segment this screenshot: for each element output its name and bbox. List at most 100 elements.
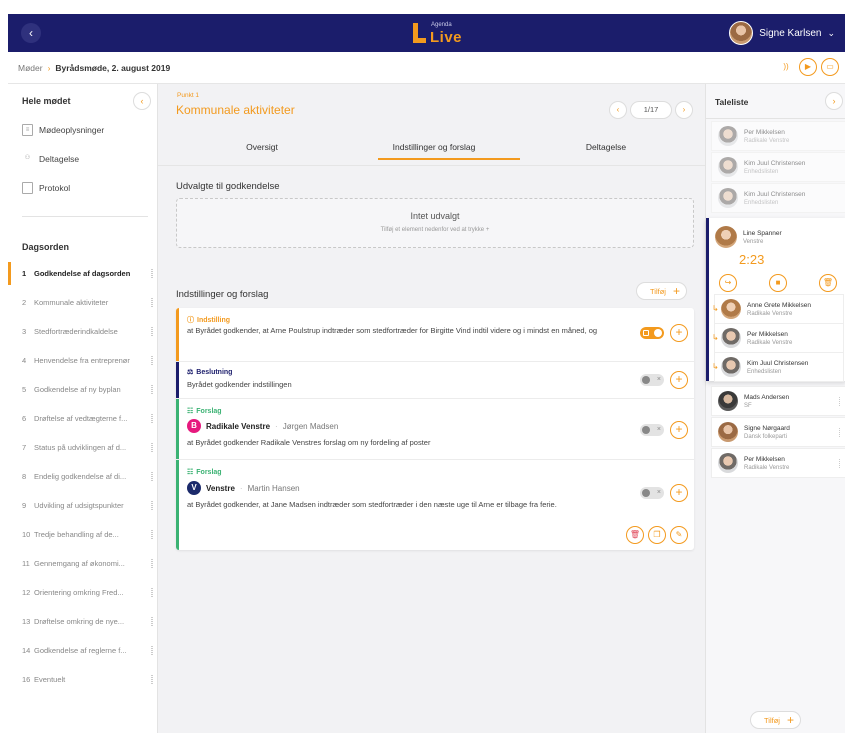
plus-icon[interactable]: + — [670, 484, 688, 502]
rss-icon[interactable]: )) — [777, 58, 795, 76]
approve-toggle[interactable]: × — [640, 424, 664, 436]
speaker-panel: Taleliste › Per Mikkelsen Radikale Venstr… — [705, 84, 845, 733]
agenda-number: 3 — [22, 327, 27, 336]
drag-handle-icon[interactable] — [151, 414, 153, 423]
proposals-card: ⓘ Indstilling at Byrådet godkender, at Ar… — [176, 308, 694, 550]
tab-oversigt[interactable]: Oversigt — [176, 136, 348, 160]
sidebar-link-protokol[interactable]: Protokol — [22, 182, 70, 194]
row-controls: × + — [640, 371, 688, 389]
agenda-title: Dagsorden — [22, 242, 70, 252]
video-icon[interactable]: ▶ — [799, 58, 817, 76]
speaker-item[interactable]: Per Mikkelsen Radikale Venstre — [711, 448, 845, 478]
person-name: Jørgen Madsen — [282, 421, 339, 431]
list-item[interactable]: ⓘ Indstilling at Byrådet godkender, at Ar… — [176, 308, 694, 362]
speaker-name: Mads Andersen — [744, 393, 790, 401]
agenda-number: 8 — [22, 472, 27, 481]
drag-handle-icon[interactable] — [151, 472, 153, 481]
reply-item[interactable]: ↳ Per Mikkelsen Radikale Venstre — [712, 323, 844, 353]
copy-icon[interactable]: ❐ — [648, 526, 666, 544]
item-type: ☷ Forslag — [187, 468, 222, 477]
drag-handle-icon[interactable] — [151, 617, 153, 626]
speaker-party: Enhedslisten — [747, 368, 782, 375]
reply-item[interactable]: ↳ Kim Juul Christensen Enhedslisten — [712, 352, 844, 382]
item-text: at Byrådet godkender, at Arne Poulstrup … — [187, 326, 598, 335]
collapse-sidebar-icon[interactable]: ‹ — [133, 92, 151, 110]
drag-handle-icon[interactable] — [151, 530, 153, 539]
drag-handle-icon[interactable] — [151, 356, 153, 365]
agenda-item[interactable]: 5 Godkendelse af ny byplan — [8, 375, 158, 404]
drag-handle-icon[interactable] — [151, 588, 153, 597]
delete-icon[interactable]: 🗑 — [626, 526, 644, 544]
speaker-item[interactable]: Signe Nørgaard Dansk folkeparti — [711, 417, 845, 447]
sidebar-link-modeoplysninger[interactable]: ≡ Mødeoplysninger — [22, 124, 104, 136]
sidebar-link-deltagelse[interactable]: ⚇ Deltagelse — [22, 153, 79, 165]
add-speaker-button[interactable]: Tilføj + — [750, 711, 801, 729]
agenda-item[interactable]: 12 Orientering omkring Fred... — [8, 578, 158, 607]
stop-icon[interactable]: ■ — [769, 274, 787, 292]
list-item[interactable]: ☷ Forslag B Radikale Venstre · Jørgen Mad… — [176, 399, 694, 460]
edit-icon[interactable]: ✎ — [670, 526, 688, 544]
approve-toggle[interactable]: × — [640, 374, 664, 386]
plus-icon[interactable]: + — [670, 421, 688, 439]
page-title: Kommunale aktiviteter — [176, 103, 295, 117]
drag-handle-icon[interactable] — [151, 646, 153, 655]
top-bar: ‹ Agenda Live Signe Karlsen ⌄ — [8, 14, 845, 52]
speaker-name: Kim Juul Christensen — [747, 359, 809, 367]
approve-toggle[interactable]: × — [640, 327, 664, 339]
agenda-item[interactable]: 1 Godkendelse af dagsorden — [8, 259, 158, 288]
tab-indstillinger[interactable]: Indstillinger og forslag — [348, 136, 520, 160]
drag-handle-icon[interactable] — [151, 443, 153, 452]
reply-icon[interactable]: ↪ — [719, 274, 737, 292]
people-icon: ⚇ — [24, 155, 31, 161]
drag-handle-icon[interactable] — [151, 269, 153, 278]
speaker-item[interactable]: Kim Juul Christensen Enhedslisten — [711, 152, 845, 182]
add-proposal-button[interactable]: Tilføj + — [636, 282, 687, 300]
approve-toggle[interactable]: × — [640, 487, 664, 499]
item-text: at Byrådet godkender Radikale Venstres f… — [187, 438, 431, 447]
delete-icon[interactable]: 🗑 — [819, 274, 837, 292]
agenda-item[interactable]: 13 Drøftelse omkring de nye... — [8, 607, 158, 636]
agenda-item[interactable]: 11 Gennemgang af økonomi... — [8, 549, 158, 578]
tab-deltagelse[interactable]: Deltagelse — [520, 136, 692, 160]
speaker-item[interactable]: Kim Juul Christensen Enhedslisten — [711, 183, 845, 213]
drag-handle-icon[interactable] — [151, 385, 153, 394]
speaker-item[interactable]: Per Mikkelsen Radikale Venstre — [711, 121, 845, 151]
agenda-item[interactable]: 9 Udvikling af udsigtspunkter — [8, 491, 158, 520]
agenda-number: 12 — [22, 588, 31, 597]
breadcrumb-root[interactable]: Møder — [18, 63, 43, 73]
agenda-number: 16 — [22, 675, 31, 684]
screen-icon[interactable]: ▭ — [821, 58, 839, 76]
speaker-item[interactable]: Mads Andersen SF — [711, 386, 845, 416]
reply-item[interactable]: ↳ Anne Grete Mikkelsen Radikale Venstre — [712, 294, 844, 324]
agenda-item[interactable]: 7 Status på udviklingen af d... — [8, 433, 158, 462]
next-point-icon[interactable]: › — [675, 101, 693, 119]
agenda-item[interactable]: 14 Godkendelse af reglerne f... — [8, 636, 158, 665]
drag-handle-icon[interactable] — [839, 459, 841, 468]
agenda-item[interactable]: 6 Drøftelse af vedtægterne f... — [8, 404, 158, 433]
agenda-item[interactable]: 2 Kommunale aktiviteter — [8, 288, 158, 317]
user-menu[interactable]: Signe Karlsen ⌄ — [729, 20, 835, 46]
document-icon: ≡ — [22, 124, 33, 136]
drag-handle-icon[interactable] — [151, 298, 153, 307]
drag-handle-icon[interactable] — [151, 675, 153, 684]
prev-point-icon[interactable]: ‹ — [609, 101, 627, 119]
list-item[interactable]: ☷ Forslag V Venstre · Martin Hansen at By… — [176, 460, 694, 550]
drag-handle-icon[interactable] — [151, 559, 153, 568]
collapse-panel-icon[interactable]: › — [825, 92, 843, 110]
agenda-item[interactable]: 8 Endelig godkendelse af di... — [8, 462, 158, 491]
agenda-item[interactable]: 10 Tredje behandling af de... — [8, 520, 158, 549]
list-item[interactable]: ⚖ Beslutning Byrådet godkender indstillin… — [176, 362, 694, 399]
agenda-item[interactable]: 16 Eventuelt — [8, 665, 158, 694]
agenda-item[interactable]: 3 Stedfortræderindkaldelse — [8, 317, 158, 346]
pager-count[interactable]: 1/17 — [630, 101, 672, 119]
plus-icon[interactable]: + — [670, 324, 688, 342]
chevron-left-icon[interactable]: ‹ — [21, 23, 41, 43]
agenda-item[interactable]: 4 Henvendelse fra entreprenør — [8, 346, 158, 375]
drag-handle-icon[interactable] — [839, 397, 841, 406]
drag-handle-icon[interactable] — [839, 428, 841, 437]
drag-handle-icon[interactable] — [151, 327, 153, 336]
drag-handle-icon[interactable] — [151, 501, 153, 510]
agenda-number: 10 — [22, 530, 31, 539]
speaker-name: Kim Juul Christensen — [744, 159, 806, 167]
plus-icon[interactable]: + — [670, 371, 688, 389]
